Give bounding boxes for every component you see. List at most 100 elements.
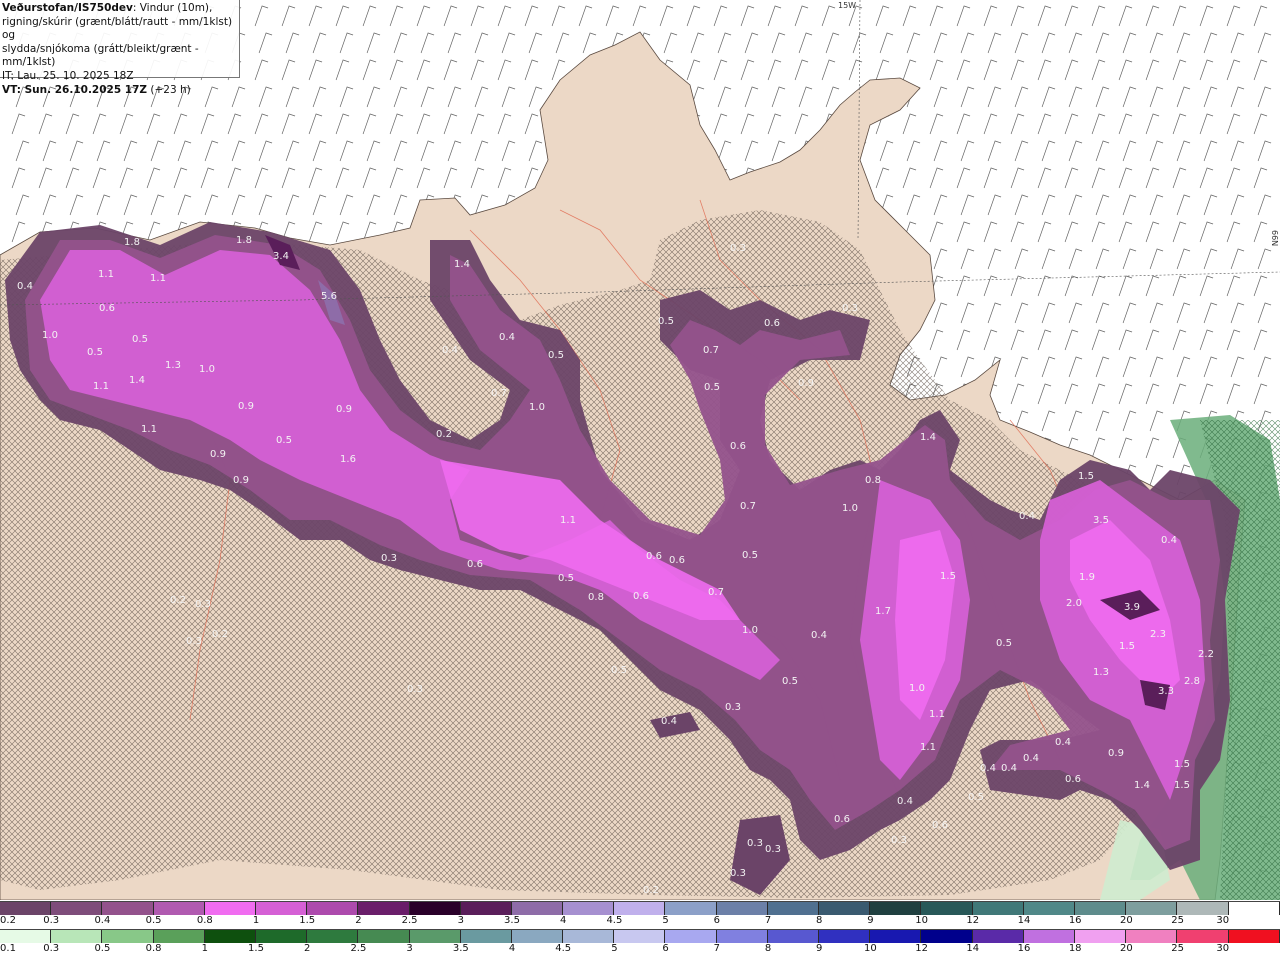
legend-tick-label: 0.2	[0, 915, 16, 926]
legend-color-cell	[1126, 930, 1178, 943]
precip-value-label: 0.5	[996, 638, 1012, 649]
precip-value-label: 0.7	[703, 345, 719, 356]
precip-value-label: 2.8	[1184, 676, 1200, 687]
precip-value-label: 0.6	[932, 820, 948, 831]
legend-tick-label: 10	[915, 915, 928, 926]
precip-value-label: 0.6	[669, 555, 685, 566]
title-line: Veðurstofan/IS750dev: Vindur (10m),	[2, 2, 237, 16]
precip-value-label: 1.0	[199, 364, 215, 375]
legend-tick-label: 14	[966, 943, 980, 954]
precip-value-label: 0.6	[633, 591, 649, 602]
precip-value-label: 0.6	[834, 814, 850, 825]
precip-value-label: 1.1	[98, 269, 114, 280]
legend-color-cell	[819, 930, 871, 943]
legend-tick-label: 0.3	[43, 943, 60, 954]
legend-color-cell	[358, 930, 410, 943]
legend-color-cell	[51, 902, 103, 915]
precip-value-label: 0.3	[765, 844, 781, 855]
precip-value-label: 1.0	[529, 402, 545, 413]
precip-value-label: 0.2	[170, 595, 186, 606]
precip-value-label: 5.6	[321, 291, 337, 302]
precip-value-label: 1.5	[1174, 759, 1190, 770]
legend-color-cell	[358, 902, 410, 915]
legend-color-cell	[870, 902, 922, 915]
precip-value-label: 0.9	[210, 449, 226, 460]
precip-value-label: 0.5	[704, 382, 720, 393]
precip-value-label: 0.3	[725, 702, 741, 713]
legend-color-cell	[716, 930, 768, 943]
legend-color-cell	[614, 930, 666, 943]
precip-value-label: 0.3	[891, 835, 907, 846]
legend-snow-colorbar	[0, 901, 1280, 915]
legend-tick-label: 0.1	[0, 943, 16, 954]
legend-rain-colorbar	[0, 929, 1280, 943]
precip-value-label: 0.4	[661, 716, 677, 727]
precip-value-label: 0.5	[611, 665, 627, 676]
legend-tick-label: 0.5	[145, 915, 162, 926]
legend-tick-label: 14	[1017, 915, 1031, 926]
precip-value-label: 0.6	[764, 318, 780, 329]
precip-value-label: 2.2	[1198, 649, 1214, 660]
legend-color-cell	[511, 902, 564, 915]
legend-color-cell	[511, 930, 564, 943]
precip-value-label: 0.4	[1019, 511, 1035, 522]
precip-value-label: 1.8	[236, 235, 252, 246]
precip-value-label: 0.4	[980, 763, 996, 774]
legend-tick-label: 8	[764, 943, 772, 954]
precip-value-label: 0.6	[646, 551, 662, 562]
legend-color-cell	[255, 930, 308, 943]
legend-color-cell	[153, 930, 205, 943]
grid-label-top: 15W	[838, 1, 856, 10]
legend-tick-label: 1.5	[299, 915, 316, 926]
legend-color-cell	[1177, 930, 1229, 943]
precip-value-label: 0.9	[336, 404, 352, 415]
precip-value-label: 1.4	[129, 375, 145, 386]
legend-color-cell	[307, 902, 359, 915]
legend-color-cell	[716, 902, 768, 915]
legend-tick-label: 18	[1068, 943, 1082, 954]
legend-tick-label: 16	[1068, 915, 1082, 926]
precip-value-label: 1.6	[340, 454, 356, 465]
precip-value-label: 3.9	[1124, 602, 1140, 613]
legend-color-cell	[563, 902, 615, 915]
legend-tick-label: 7	[764, 915, 772, 926]
legend-tick-label: 4	[560, 915, 567, 926]
legend-color-cell	[1126, 902, 1178, 915]
precip-value-label: 0.5	[742, 550, 758, 561]
precip-value-label: 0.6	[467, 559, 483, 570]
precip-value-label: 1.1	[150, 273, 166, 284]
legend-tick-label: 1.5	[248, 943, 264, 954]
legend-color-cell	[767, 902, 819, 915]
legend-color-cell	[460, 930, 512, 943]
legend-tick-label: 20	[1120, 943, 1133, 954]
legend-tick-label: 9	[867, 915, 874, 926]
legend-color-cell	[921, 930, 973, 943]
legend-tick-label: 5	[611, 943, 618, 954]
legend-color-cell	[460, 902, 512, 915]
legend-color-cell	[153, 902, 205, 915]
precip-value-label: 0.6	[730, 441, 746, 452]
valid-time-line: VT: Sun. 26.10.2025 17Z (+23 h)	[2, 84, 237, 98]
precip-value-label: 0.7	[491, 388, 507, 399]
legend-color-cell	[767, 930, 819, 943]
legend-tick-label: 2.5	[401, 915, 418, 926]
precip-value-label: 2.3	[1150, 629, 1166, 640]
precip-value-label: 0.5	[87, 347, 103, 358]
precip-value-label: 0.7	[708, 587, 724, 598]
lead-time: (+23 h)	[150, 83, 191, 96]
legend-tick-label: 25	[1171, 943, 1184, 954]
precip-value-label: 0.3	[381, 553, 397, 564]
precip-value-label: 0.6	[99, 303, 115, 314]
legend-tick-label: 0.8	[145, 943, 162, 954]
precip-value-label: 0.3	[730, 868, 746, 879]
precip-value-label: 1.4	[454, 259, 470, 270]
precip-value-label: 1.1	[560, 515, 576, 526]
legend-color-cell	[1074, 902, 1127, 915]
precip-value-label: 0.9	[798, 378, 814, 389]
precip-value-label: 0.4	[17, 281, 33, 292]
legend-color-cell	[102, 930, 154, 943]
legend-tick-label: 30	[1216, 943, 1230, 954]
legend-color-cell	[204, 930, 256, 943]
precip-value-label: 1.8	[124, 237, 140, 248]
legend-tick-label: 16	[1017, 943, 1031, 954]
